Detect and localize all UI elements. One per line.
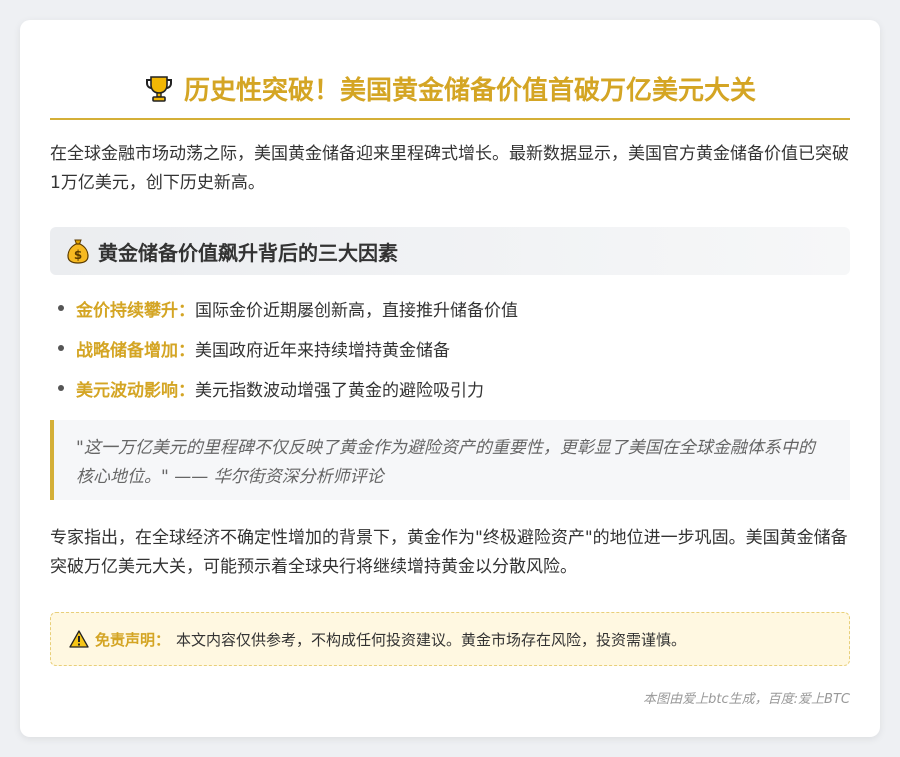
factor-key: 美元波动影响： [76, 380, 195, 401]
warning-icon [69, 630, 89, 648]
page-title-text: 历史性突破！美国黄金储备价值首破万亿美元大关 [183, 76, 756, 106]
svg-text:$: $ [74, 248, 82, 262]
factor-key: 金价持续攀升： [76, 300, 195, 321]
page-title: 历史性突破！美国黄金储备价值首破万亿美元大关 [144, 70, 756, 107]
factor-text: 国际金价近期屡创新高，直接推升储备价值 [195, 300, 518, 321]
disclaimer-label: 免责声明： [95, 630, 171, 649]
factor-key: 战略储备增加： [76, 340, 195, 361]
disclaimer-box: 免责声明： 本文内容仅供参考，不构成任何投资建议。黄金市场存在风险，投资需谨慎。 [50, 612, 850, 666]
title-bar: 历史性突破！美国黄金储备价值首破万亿美元大关 [50, 70, 850, 120]
factor-text: 美元指数波动增强了黄金的避险吸引力 [195, 380, 484, 401]
footer-credit: 本图由爱上btc生成，百度:爱上BTC [643, 692, 850, 707]
factor-text: 美国政府近年来持续增持黄金储备 [195, 340, 450, 361]
factor-list: 金价持续攀升： 国际金价近期屡创新高，直接推升储备价值 战略储备增加： 美国政府… [50, 288, 850, 408]
trophy-icon [145, 75, 172, 102]
analyst-quote: "这一万亿美元的里程碑不仅反映了黄金作为避险资产的重要性，更彰显了美国在全球金融… [50, 420, 850, 500]
disclaimer-text: 本文内容仅供参考，不构成任何投资建议。黄金市场存在风险，投资需谨慎。 [176, 630, 687, 649]
list-item: 金价持续攀升： 国际金价近期屡创新高，直接推升储备价值 [50, 288, 850, 328]
intro-paragraph: 在全球金融市场动荡之际，美国黄金储备迎来里程碑式增长。最新数据显示，美国官方黄金… [50, 144, 849, 193]
article-card: 历史性突破！美国黄金储备价值首破万亿美元大关 在全球金融市场动荡之际，美国黄金储… [20, 20, 880, 737]
section-heading: $ 黄金储备价值飙升背后的三大因素 [50, 227, 850, 275]
money-bag-icon: $ [67, 239, 89, 264]
section-heading-text: 黄金储备价值飙升背后的三大因素 [98, 240, 398, 265]
list-item: 战略储备增加： 美国政府近年来持续增持黄金储备 [50, 328, 850, 368]
list-item: 美元波动影响： 美元指数波动增强了黄金的避险吸引力 [50, 368, 850, 408]
expert-paragraph: 专家指出，在全球经济不确定性增加的背景下，黄金作为"终极避险资产"的地位进一步巩… [50, 528, 848, 577]
